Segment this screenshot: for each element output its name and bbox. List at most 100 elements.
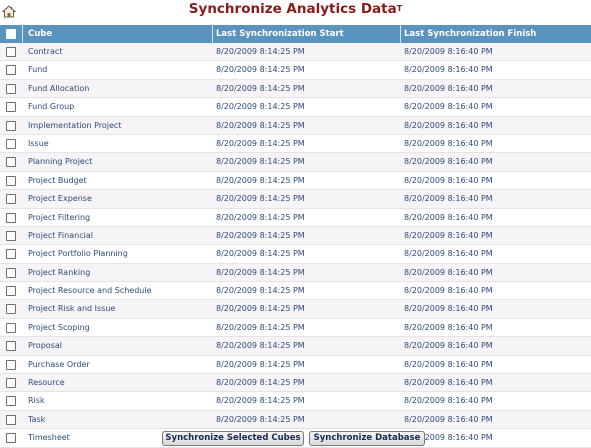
- table-row[interactable]: Fund 8/20/2009 8:14:25 PM 8/20/2009 8:16:4…: [0, 61, 591, 80]
- table-row[interactable]: Resource 8/20/2009 8:14:25 PM 8/20/2009 8:…: [0, 374, 591, 393]
- sync-start-time: 8/20/2009 8:14:25 PM: [216, 414, 305, 424]
- column-header-cube[interactable]: Cube: [28, 25, 52, 43]
- row-checkbox[interactable]: [6, 249, 16, 260]
- sync-finish-time: 8/20/2009 8:16:40 PM: [404, 157, 493, 167]
- table-row[interactable]: Task 8/20/2009 8:14:25 PM 8/20/2009 8:16:4…: [0, 410, 591, 430]
- row-checkbox[interactable]: [6, 304, 16, 315]
- table-row[interactable]: Project Scoping 8/20/2009 8:14:25 PM 8/20/…: [0, 318, 591, 338]
- table-row[interactable]: Project Portfolio Planning 8/20/2009 8:14…: [0, 245, 591, 264]
- title-bar: Synchronize Analytics DataT: [0, 0, 591, 20]
- sync-finish-time: 8/20/2009 8:16:40 PM: [404, 304, 493, 314]
- sync-finish-time: 8/20/2009 8:16:40 PM: [404, 212, 493, 222]
- table-row[interactable]: Project Resource and Schedule 8/20/2009 8…: [0, 282, 591, 301]
- synchronize-database-button[interactable]: Synchronize Database: [309, 431, 425, 446]
- cube-name: Planning Project: [28, 157, 93, 167]
- sync-finish-time: 8/20/2009 8:16:40 PM: [404, 414, 493, 424]
- row-checkbox[interactable]: [6, 138, 16, 149]
- cube-name: Contract: [28, 47, 63, 56]
- cube-name: Risk: [28, 396, 45, 406]
- row-checkbox[interactable]: [6, 286, 16, 297]
- cube-name: Project Scoping: [28, 322, 90, 332]
- table-body: Contract 8/20/2009 8:14:25 PM 8/20/2009 8:…: [0, 43, 591, 448]
- cube-name: Issue: [28, 138, 49, 148]
- table-row[interactable]: Planning Project 8/20/2009 8:14:25 PM 8/20…: [0, 153, 591, 172]
- cube-name: Project Resource and Schedule: [28, 286, 152, 296]
- sync-start-time: 8/20/2009 8:14:25 PM: [216, 65, 305, 75]
- row-checkbox[interactable]: [6, 378, 16, 389]
- row-checkbox[interactable]: [6, 65, 16, 76]
- sync-start-time: 8/20/2009 8:14:25 PM: [216, 286, 305, 296]
- sync-start-time: 8/20/2009 8:14:25 PM: [216, 212, 305, 222]
- column-divider: [22, 25, 23, 43]
- sync-finish-time: 8/20/2009 8:16:40 PM: [404, 341, 493, 351]
- synchronize-selected-cubes-button[interactable]: Synchronize Selected Cubes: [162, 431, 304, 446]
- sync-finish-time: 8/20/2009 8:16:40 PM: [404, 378, 493, 388]
- column-divider: [400, 25, 401, 43]
- table-row[interactable]: Proposal 8/20/2009 8:14:25 PM 8/20/2009 8:…: [0, 337, 591, 356]
- cube-name: Project Financial: [28, 230, 93, 240]
- row-checkbox[interactable]: [6, 322, 16, 333]
- table-row[interactable]: Purchase Order 8/20/2009 8:14:25 PM 8/20/2…: [0, 355, 591, 375]
- row-checkbox[interactable]: [6, 267, 16, 278]
- row-checkbox[interactable]: [6, 157, 16, 168]
- table-header: Cube Last Synchronization Start Last Syn…: [0, 24, 591, 43]
- row-checkbox[interactable]: [6, 230, 16, 241]
- table-row[interactable]: Issue 8/20/2009 8:14:25 PM 8/20/2009 8:16:…: [0, 134, 591, 154]
- row-checkbox[interactable]: [6, 212, 16, 223]
- row-checkbox[interactable]: [6, 396, 16, 407]
- sync-start-time: 8/20/2009 8:14:25 PM: [216, 175, 305, 185]
- title-marker: T: [396, 4, 403, 13]
- sync-finish-time: 8/20/2009 8:16:40 PM: [404, 359, 493, 369]
- table-row[interactable]: Implementation Project 8/20/2009 8:14:25 …: [0, 116, 591, 135]
- table-row[interactable]: Project Budget 8/20/2009 8:14:25 PM 8/20/2…: [0, 171, 591, 191]
- column-header-sync-finish[interactable]: Last Synchronization Finish: [404, 25, 536, 43]
- row-checkbox[interactable]: [6, 83, 16, 94]
- row-checkbox[interactable]: [6, 102, 16, 113]
- sync-start-time: 8/20/2009 8:14:25 PM: [216, 378, 305, 388]
- sync-start-time: 8/20/2009 8:14:25 PM: [216, 230, 305, 240]
- row-checkbox[interactable]: [6, 359, 16, 370]
- cube-name: Project Budget: [28, 175, 87, 185]
- select-all-checkbox[interactable]: [6, 29, 16, 39]
- sync-finish-time: 8/20/2009 8:16:40 PM: [404, 120, 493, 130]
- sync-finish-time: 8/20/2009 8:16:40 PM: [404, 286, 493, 296]
- row-checkbox[interactable]: [6, 414, 16, 425]
- column-divider: [212, 25, 213, 43]
- sync-finish-time: 8/20/2009 8:16:40 PM: [404, 249, 493, 259]
- sync-start-time: 8/20/2009 8:14:25 PM: [216, 359, 305, 369]
- row-checkbox[interactable]: [6, 47, 16, 57]
- row-checkbox[interactable]: [6, 175, 16, 186]
- sync-finish-time: 8/20/2009 8:16:40 PM: [404, 396, 493, 406]
- sync-start-time: 8/20/2009 8:14:25 PM: [216, 322, 305, 332]
- sync-start-time: 8/20/2009 8:14:25 PM: [216, 47, 305, 56]
- table-row[interactable]: Contract 8/20/2009 8:14:25 PM 8/20/2009 8:…: [0, 43, 591, 62]
- cube-name: Project Filtering: [28, 212, 91, 222]
- row-checkbox[interactable]: [6, 341, 16, 352]
- table-row[interactable]: Project Filtering 8/20/2009 8:14:25 PM 8/2…: [0, 208, 591, 227]
- sync-finish-time: 8/20/2009 8:16:40 PM: [404, 194, 493, 204]
- sync-start-time: 8/20/2009 8:14:25 PM: [216, 120, 305, 130]
- table-row[interactable]: Project Expense 8/20/2009 8:14:25 PM 8/20/…: [0, 190, 591, 209]
- row-checkbox[interactable]: [6, 120, 16, 131]
- sync-finish-time: 8/20/2009 8:16:40 PM: [404, 47, 493, 56]
- sync-start-time: 8/20/2009 8:14:25 PM: [216, 249, 305, 259]
- cube-name: Fund Allocation: [28, 83, 90, 93]
- table-row[interactable]: Project Financial 8/20/2009 8:14:25 PM 8/2…: [0, 226, 591, 246]
- cube-name: Project Risk and Issue: [28, 304, 116, 314]
- cube-name: Purchase Order: [28, 359, 90, 369]
- sync-finish-time: 8/20/2009 8:16:40 PM: [404, 138, 493, 148]
- cube-name: Proposal: [28, 341, 62, 351]
- row-checkbox[interactable]: [6, 194, 16, 205]
- sync-start-time: 8/20/2009 8:14:25 PM: [216, 304, 305, 314]
- table-row[interactable]: Project Ranking 8/20/2009 8:14:25 PM 8/20/…: [0, 263, 591, 283]
- cube-name: Fund: [28, 65, 48, 75]
- cube-name: Project Portfolio Planning: [28, 249, 128, 259]
- cube-name: Task: [28, 414, 46, 424]
- table-row[interactable]: Risk 8/20/2009 8:14:25 PM 8/20/2009 8:16:4…: [0, 392, 591, 411]
- column-header-sync-start[interactable]: Last Synchronization Start: [216, 25, 344, 43]
- table-row[interactable]: Project Risk and Issue 8/20/2009 8:14:25 …: [0, 300, 591, 319]
- table-row[interactable]: Fund Allocation 8/20/2009 8:14:25 PM 8/20/…: [0, 79, 591, 99]
- table-row[interactable]: Fund Group 8/20/2009 8:14:25 PM 8/20/2009 …: [0, 98, 591, 117]
- cube-table: Cube Last Synchronization Start Last Syn…: [0, 24, 591, 448]
- sync-start-time: 8/20/2009 8:14:25 PM: [216, 138, 305, 148]
